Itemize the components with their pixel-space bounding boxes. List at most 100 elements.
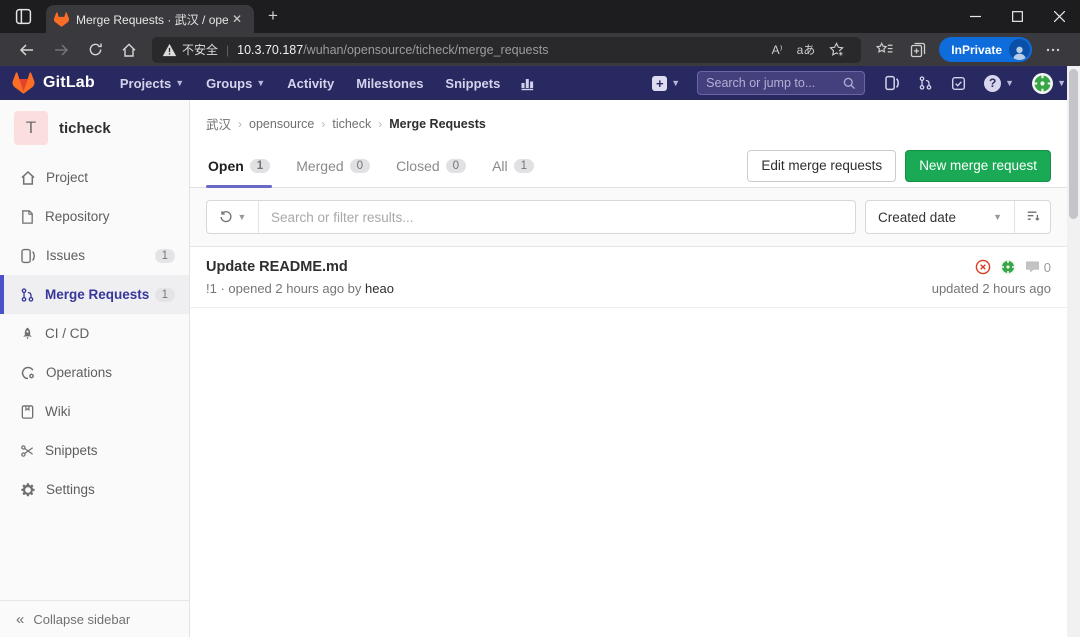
- read-aloud-icon[interactable]: A⁾: [765, 43, 790, 57]
- breadcrumb-subgroup[interactable]: opensource: [249, 117, 314, 131]
- help-menu[interactable]: ?▼: [984, 75, 1014, 92]
- scrollbar-thumb[interactable]: [1069, 69, 1078, 219]
- tab-all[interactable]: All1: [490, 144, 536, 187]
- collapse-icon: «: [16, 611, 24, 628]
- new-tab-button[interactable]: +: [260, 4, 286, 30]
- tab-actions-menu-icon[interactable]: [8, 5, 38, 29]
- sidebar-item-operations[interactable]: Operations: [0, 353, 189, 392]
- charts-icon[interactable]: [520, 75, 536, 91]
- tab-open[interactable]: Open1: [206, 144, 272, 187]
- forward-icon[interactable]: [46, 37, 76, 63]
- add-favorite-icon[interactable]: [822, 42, 851, 57]
- sort-direction-button[interactable]: [1014, 201, 1050, 233]
- close-tab-icon[interactable]: ✕: [228, 10, 246, 28]
- maximize-button[interactable]: [996, 0, 1038, 33]
- new-merge-request-button[interactable]: New merge request: [905, 150, 1051, 182]
- security-label[interactable]: 不安全: [182, 41, 218, 58]
- edit-merge-requests-button[interactable]: Edit merge requests: [747, 150, 896, 182]
- sidebar-item-project[interactable]: Project: [0, 158, 189, 197]
- rocket-icon: [20, 326, 35, 342]
- tab-closed[interactable]: Closed0: [394, 144, 468, 187]
- back-icon[interactable]: [12, 37, 42, 63]
- sort-group: Created date▼: [865, 200, 1051, 234]
- gitlab-logo[interactable]: GitLab: [12, 72, 95, 94]
- sidebar-item-settings[interactable]: Settings: [0, 470, 189, 509]
- tab-count: 1: [514, 159, 534, 173]
- chevron-down-icon: ▼: [1005, 78, 1014, 88]
- browser-menu-icon[interactable]: [1038, 37, 1068, 63]
- mr-state-tabs: Open1 Merged0 Closed0 All1 Edit merge re…: [190, 144, 1067, 188]
- merge-request-row[interactable]: Update README.md !1 · opened 2 hours ago…: [190, 247, 1067, 308]
- mr-meta: !1 · opened 2 hours ago by heao: [206, 281, 932, 296]
- home-icon[interactable]: [114, 37, 144, 63]
- minimize-button[interactable]: [954, 0, 996, 33]
- user-menu[interactable]: ▼: [1032, 73, 1066, 94]
- plus-icon: +: [652, 76, 667, 91]
- collections-icon[interactable]: [903, 37, 933, 63]
- sidebar-item-snippets[interactable]: Snippets: [0, 431, 189, 470]
- browser-titlebar: Merge Requests · 武汉 / opensou ✕ +: [0, 0, 1080, 33]
- global-search-input[interactable]: [706, 76, 843, 90]
- project-header[interactable]: T ticheck: [0, 100, 189, 158]
- new-menu-button[interactable]: +▼: [652, 76, 680, 91]
- comment-icon: [1025, 260, 1040, 274]
- breadcrumb-current: Merge Requests: [389, 117, 486, 131]
- assignee-avatar-identicon[interactable]: [1000, 259, 1016, 275]
- book-icon: [20, 404, 35, 420]
- filter-bar: ▼ Created date▼: [190, 188, 1067, 247]
- tab-merged[interactable]: Merged0: [294, 144, 372, 187]
- recent-searches-dropdown[interactable]: ▼: [207, 201, 259, 233]
- scissors-icon: [20, 443, 35, 459]
- filter-search-input[interactable]: [259, 210, 855, 225]
- gitlab-tanuki-icon: [12, 72, 35, 94]
- nav-snippets[interactable]: Snippets: [445, 76, 500, 91]
- nav-activity[interactable]: Activity: [287, 76, 334, 91]
- url-path: /wuhan/opensource/ticheck/merge_requests: [303, 43, 548, 57]
- chevron-down-icon: ▼: [1057, 78, 1066, 88]
- pipeline-failed-icon[interactable]: [975, 259, 991, 275]
- merge-requests-nav-icon[interactable]: [918, 75, 933, 91]
- tab-count: 0: [446, 159, 466, 173]
- sidebar-item-merge-requests[interactable]: Merge Requests1: [0, 275, 189, 314]
- merge-requests-page: 武汉 › opensource › ticheck › Merge Reques…: [190, 100, 1067, 637]
- close-window-button[interactable]: [1038, 0, 1080, 33]
- breadcrumb-group[interactable]: 武汉: [206, 114, 231, 133]
- issues-nav-icon[interactable]: [884, 75, 900, 91]
- sidebar-item-issues[interactable]: Issues1: [0, 236, 189, 275]
- gitlab-brand-text: GitLab: [43, 74, 95, 92]
- mr-comments[interactable]: 0: [1025, 260, 1051, 275]
- nav-milestones[interactable]: Milestones: [356, 76, 423, 91]
- page-viewport: GitLab Projects▼ Groups▼ Activity Milest…: [0, 66, 1080, 637]
- inprivate-badge[interactable]: InPrivate: [939, 37, 1032, 62]
- todos-icon[interactable]: [951, 76, 966, 91]
- history-icon: [219, 210, 233, 224]
- nav-groups[interactable]: Groups▼: [206, 76, 265, 91]
- tab-count: 1: [250, 159, 270, 173]
- translate-icon[interactable]: aあ: [790, 41, 823, 58]
- sort-by-dropdown[interactable]: Created date▼: [866, 201, 1014, 233]
- gitlab-favicon: [54, 12, 69, 27]
- sidebar-item-repository[interactable]: Repository: [0, 197, 189, 236]
- global-search[interactable]: [697, 71, 865, 95]
- collapse-sidebar-button[interactable]: « Collapse sidebar: [0, 600, 189, 637]
- count-badge: 1: [155, 249, 175, 263]
- tab-title: Merge Requests · 武汉 / opensou: [76, 11, 228, 28]
- project-avatar: T: [14, 111, 48, 145]
- sidebar-item-cicd[interactable]: CI / CD: [0, 314, 189, 353]
- page-scrollbar[interactable]: [1067, 66, 1080, 637]
- favorites-bar-icon[interactable]: [869, 37, 899, 63]
- address-bar[interactable]: 不安全 | 10.3.70.187 /wuhan/opensource/tich…: [152, 37, 861, 63]
- browser-toolbar: 不安全 | 10.3.70.187 /wuhan/opensource/tich…: [0, 33, 1080, 66]
- sidebar-item-wiki[interactable]: Wiki: [0, 392, 189, 431]
- help-icon: ?: [984, 75, 1001, 92]
- url-host: 10.3.70.187: [237, 43, 303, 57]
- browser-tab[interactable]: Merge Requests · 武汉 / opensou ✕: [46, 5, 254, 33]
- mr-author-link[interactable]: heao: [365, 281, 394, 296]
- refresh-icon[interactable]: [80, 37, 110, 63]
- breadcrumb: 武汉 › opensource › ticheck › Merge Reques…: [190, 100, 1067, 144]
- project-name: ticheck: [59, 120, 111, 137]
- profile-avatar: [1009, 39, 1030, 60]
- nav-projects[interactable]: Projects▼: [120, 76, 184, 91]
- breadcrumb-project[interactable]: ticheck: [332, 117, 371, 131]
- mr-title-link[interactable]: Update README.md: [206, 259, 932, 275]
